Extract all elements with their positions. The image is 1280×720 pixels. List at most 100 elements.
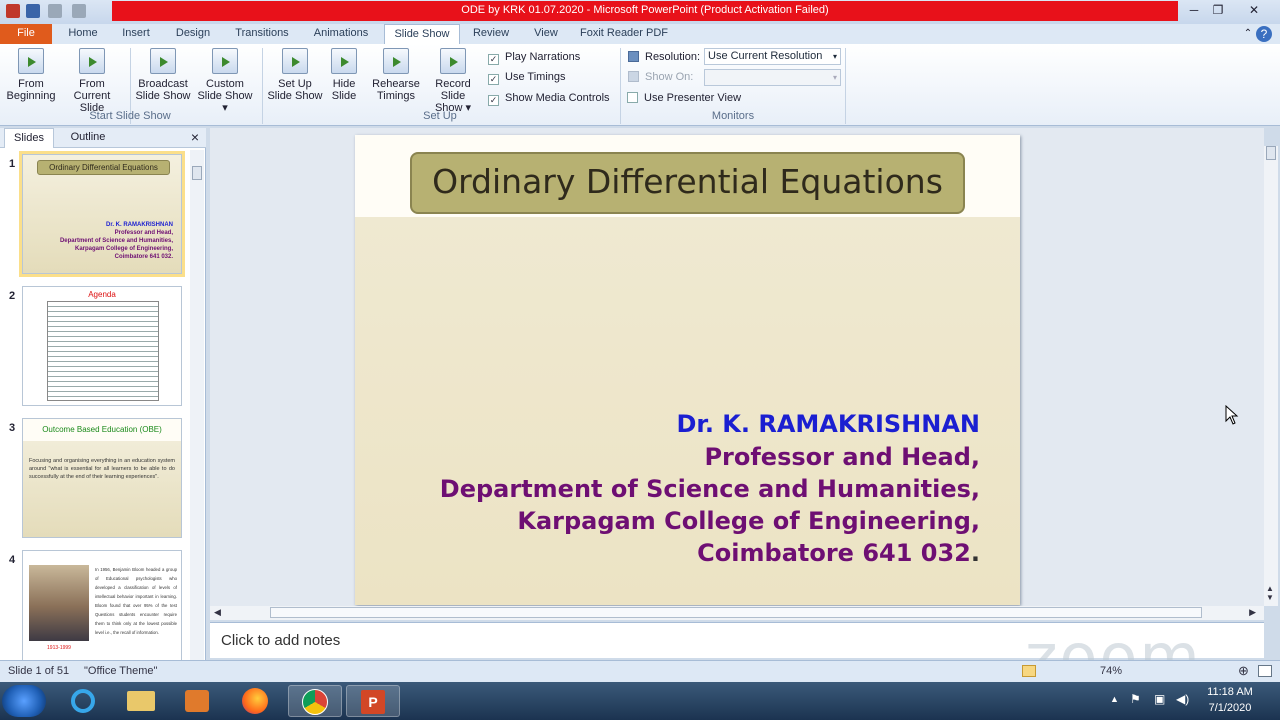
vertical-scrollbar[interactable]: ▲ ▼ bbox=[1264, 146, 1278, 606]
status-bar: Slide 1 of 51 "Office Theme" 74% ⊕ bbox=[0, 660, 1280, 682]
tab-slides[interactable]: Slides bbox=[4, 128, 54, 148]
from-beginning-label: From bbox=[18, 78, 44, 90]
clock-date[interactable]: 7/1/2020 bbox=[1200, 702, 1260, 714]
zoom-in-icon[interactable]: ⊕ bbox=[1238, 663, 1249, 679]
slide-thumbnail-3[interactable]: Outcome Based Education (OBE) Focusing a… bbox=[22, 418, 182, 538]
resolution-value: Use Current Resolution bbox=[708, 50, 823, 62]
presenter-view-checkbox[interactable]: Use Presenter View bbox=[627, 91, 741, 107]
start-button[interactable] bbox=[2, 685, 46, 717]
show-on-text: Show On: bbox=[645, 71, 694, 83]
tab-insert[interactable]: Insert bbox=[114, 24, 158, 44]
show-media-checkbox[interactable]: ✓ Show Media Controls bbox=[488, 91, 610, 107]
resolution-label: Resolution: bbox=[628, 50, 700, 66]
tab-design[interactable]: Design bbox=[168, 24, 218, 44]
use-timings-checkbox[interactable]: ✓ Use Timings bbox=[488, 70, 566, 86]
rehearse-timings-button[interactable]: Rehearse Timings bbox=[370, 48, 422, 102]
powerpoint-taskbar-icon[interactable]: P bbox=[346, 685, 400, 717]
portrait-image bbox=[29, 565, 89, 641]
slide-nav-arrows-icon[interactable]: ▲ ▼ bbox=[1266, 584, 1274, 602]
author-city: Coimbatore 641 032. bbox=[697, 539, 980, 567]
custom-show-label2: Slide Show ▾ bbox=[197, 90, 253, 114]
thumbs-scrollbar[interactable] bbox=[190, 150, 204, 660]
thumb-title: Agenda bbox=[88, 290, 116, 299]
author-city-period: . bbox=[970, 539, 980, 567]
separator bbox=[845, 48, 846, 124]
fit-slide-icon[interactable] bbox=[1258, 665, 1272, 677]
author-name: Dr. K. RAMAKRISHNAN bbox=[676, 410, 980, 438]
thumb-line: Professor and Head, bbox=[114, 230, 173, 236]
custom-show-button[interactable]: Custom Slide Show ▾ bbox=[194, 48, 256, 114]
save-icon[interactable] bbox=[26, 4, 40, 18]
maximize-button[interactable]: ❐ bbox=[1206, 2, 1230, 18]
chrome-icon[interactable] bbox=[288, 685, 342, 717]
author-city-text: Coimbatore 641 032 bbox=[697, 539, 971, 567]
scroll-thumb[interactable] bbox=[1266, 146, 1276, 160]
broadcast-label: Broadcast bbox=[138, 78, 188, 90]
clock-time[interactable]: 11:18 AM bbox=[1200, 686, 1260, 698]
slide-thumbnail-1[interactable]: Ordinary Differential Equations Dr. K. R… bbox=[22, 154, 182, 274]
hide-slide-label2: Slide bbox=[331, 90, 357, 102]
from-current-button[interactable]: From Current Slide bbox=[60, 48, 124, 114]
setup-show-button[interactable]: Set Up Slide Show bbox=[266, 48, 324, 102]
author-title: Professor and Head, bbox=[704, 443, 980, 471]
redo-icon[interactable] bbox=[72, 4, 86, 18]
slide-counter: Slide 1 of 51 bbox=[8, 665, 70, 677]
firefox-glyph bbox=[242, 688, 268, 714]
play-narrations-checkbox[interactable]: ✓ Play Narrations bbox=[488, 50, 580, 66]
broadcast-button[interactable]: Broadcast Slide Show bbox=[134, 48, 192, 102]
help-icon[interactable]: ? bbox=[1256, 26, 1272, 42]
tab-transitions[interactable]: Transitions bbox=[228, 24, 296, 44]
powerpoint-icon bbox=[6, 4, 20, 18]
thumb-line: Coimbatore 641 032. bbox=[114, 254, 173, 260]
from-beginning-button[interactable]: From Beginning bbox=[4, 48, 58, 102]
thumb-text: Dr. K. RAMAKRISHNAN Professor and Head, … bbox=[60, 221, 173, 261]
close-button[interactable]: ✕ bbox=[1240, 2, 1268, 18]
hide-slide-button[interactable]: Hide Slide bbox=[326, 48, 362, 102]
explorer-icon[interactable] bbox=[116, 685, 166, 717]
scroll-left-icon[interactable]: ◀ bbox=[214, 607, 221, 618]
play-icon bbox=[18, 48, 44, 74]
show-on-select[interactable]: ▾ bbox=[704, 69, 841, 86]
tab-outline[interactable]: Outline bbox=[60, 128, 116, 148]
media-glyph bbox=[185, 690, 209, 712]
media-player-icon[interactable] bbox=[172, 685, 222, 717]
chrome-glyph bbox=[302, 689, 328, 715]
resolution-text: Resolution: bbox=[645, 51, 701, 63]
close-icon[interactable]: × bbox=[186, 128, 204, 148]
slide-thumbnail-2[interactable]: Agenda bbox=[22, 286, 182, 406]
rehearse-label2: Timings bbox=[376, 90, 416, 102]
author-department: Department of Science and Humanities, bbox=[439, 475, 980, 503]
tray-expand-icon[interactable]: ▲ bbox=[1110, 694, 1119, 704]
portrait-caption: 1913-1999 bbox=[47, 645, 71, 651]
resolution-select[interactable]: Use Current Resolution ▾ bbox=[704, 48, 841, 65]
rehearse-icon bbox=[383, 48, 409, 74]
firefox-icon[interactable] bbox=[230, 685, 280, 717]
tab-foxit[interactable]: Foxit Reader PDF bbox=[576, 24, 672, 44]
tab-home[interactable]: Home bbox=[60, 24, 106, 44]
undo-icon[interactable] bbox=[48, 4, 62, 18]
normal-view-icon[interactable] bbox=[1022, 665, 1036, 677]
broadcast-label2: Slide Show bbox=[135, 90, 191, 102]
from-beginning-label2: Beginning bbox=[6, 90, 56, 102]
tab-view[interactable]: View bbox=[524, 24, 568, 44]
horizontal-scrollbar[interactable]: ◀ ▶ bbox=[210, 606, 1264, 620]
custom-show-icon bbox=[212, 48, 238, 74]
record-show-button[interactable]: Record Slide Show ▾ bbox=[422, 48, 484, 114]
slide-thumbnail-4[interactable]: 1913-1999 In 1956, Benjamin Bloom headed… bbox=[22, 550, 182, 662]
ie-icon[interactable] bbox=[58, 685, 108, 717]
tab-slide-show[interactable]: Slide Show bbox=[384, 24, 460, 45]
flag-icon[interactable]: ⚑ bbox=[1130, 692, 1141, 706]
check-icon: ✓ bbox=[488, 54, 499, 65]
scroll-right-icon[interactable]: ▶ bbox=[1249, 607, 1256, 618]
title-bar: ODE by KRK 01.07.2020 - Microsoft PowerP… bbox=[0, 0, 1280, 24]
volume-icon[interactable]: ◀) bbox=[1176, 692, 1189, 706]
chevron-down-icon: ▾ bbox=[832, 73, 837, 82]
network-icon[interactable]: ▣ bbox=[1154, 692, 1165, 706]
scroll-thumb[interactable] bbox=[270, 607, 1202, 618]
minimize-button[interactable]: ─ bbox=[1182, 2, 1206, 18]
tab-file[interactable]: File bbox=[0, 24, 52, 44]
setup-icon bbox=[282, 48, 308, 74]
tab-review[interactable]: Review bbox=[466, 24, 516, 44]
tab-animations[interactable]: Animations bbox=[306, 24, 376, 44]
scroll-thumb[interactable] bbox=[192, 166, 202, 180]
